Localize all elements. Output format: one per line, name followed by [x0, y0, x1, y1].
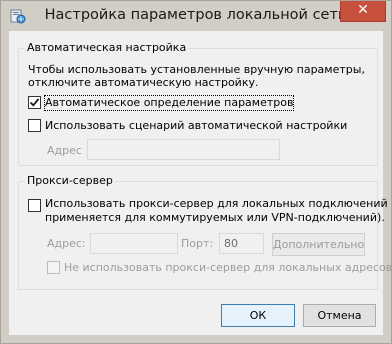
proxy-address-field[interactable] [90, 233, 178, 254]
use-proxy-checkbox[interactable] [28, 199, 41, 212]
close-button[interactable]: ✕ [340, 1, 386, 22]
title-bar: Настройка параметров локальной сети ✕ [1, 1, 391, 31]
use-proxy-label-line2[interactable]: применяется для коммутируемых или VPN-по… [45, 211, 385, 225]
auto-detect-checkbox[interactable] [28, 96, 41, 109]
bypass-local-checkbox[interactable] [47, 261, 60, 274]
auto-config-description-line1: Чтобы использовать установленные вручную… [28, 63, 365, 76]
window-title: Настройка параметров локальной сети [44, 7, 348, 23]
auto-config-legend: Автоматическая настройка [25, 41, 189, 54]
proxy-port-label: Порт: [181, 237, 214, 250]
proxy-port-field[interactable]: 80 [219, 233, 264, 254]
proxy-server-legend: Прокси-сервер [25, 174, 115, 187]
cancel-button[interactable]: Отмена [303, 304, 376, 327]
dialog-body: Автоматическая настройка Чтобы использов… [9, 31, 392, 335]
checkmark-icon [29, 98, 40, 107]
script-address-field[interactable] [87, 139, 280, 160]
proxy-address-label: Адрес: [47, 237, 86, 250]
auto-config-description-line2: отключите автоматическую настройку. [28, 76, 259, 89]
ok-button[interactable]: ОК [221, 304, 295, 327]
bypass-local-label[interactable]: Не использовать прокси-сервер для локаль… [64, 261, 392, 275]
dialog-window: Настройка параметров локальной сети ✕ Ав… [0, 0, 392, 344]
auto-detect-label[interactable]: Автоматическое определение параметров [43, 95, 295, 111]
use-script-checkbox[interactable] [28, 119, 41, 132]
use-script-label[interactable]: Использовать сценарий автоматической нас… [45, 119, 347, 133]
advanced-button[interactable]: Дополнительно [272, 233, 365, 256]
use-proxy-label-line1[interactable]: Использовать прокси-сервер для локальных… [45, 197, 392, 211]
close-icon[interactable]: ✕ [357, 2, 369, 18]
script-address-label: Адрес [47, 144, 82, 157]
